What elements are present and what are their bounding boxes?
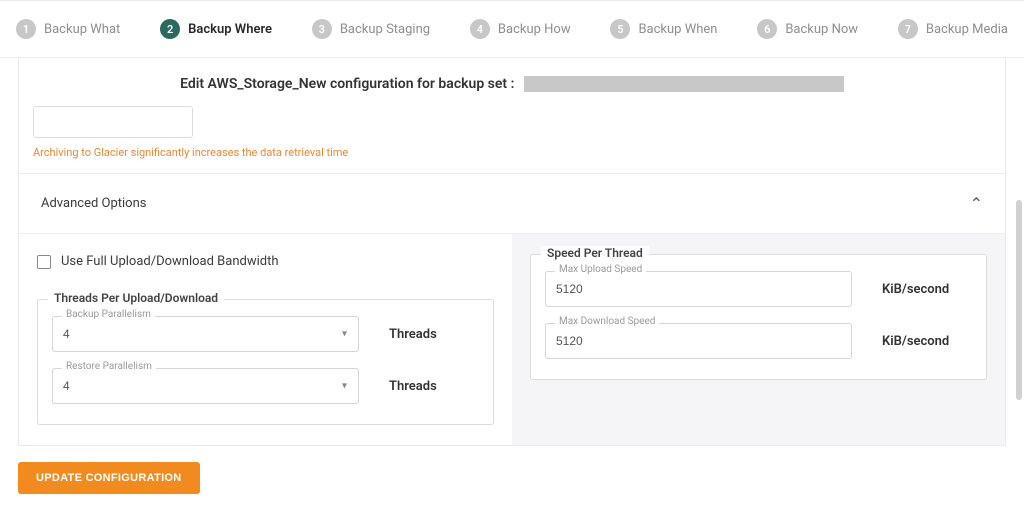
step-backup-what[interactable]: 1 Backup What — [16, 19, 120, 39]
restore-parallelism-field: Restore Parallelism 4 — [52, 368, 359, 404]
step-backup-when[interactable]: 5 Backup When — [610, 19, 717, 39]
threads-unit-1: Threads — [389, 327, 479, 342]
step-number: 6 — [757, 19, 777, 39]
step-number: 3 — [312, 19, 332, 39]
max-upload-label: Max Upload Speed — [555, 264, 646, 275]
wizard-stepper: 1 Backup What 2 Backup Where 3 Backup St… — [0, 0, 1024, 58]
step-number: 1 — [16, 19, 36, 39]
update-configuration-button[interactable]: UPDATE CONFIGURATION — [18, 462, 200, 494]
advanced-left-column: Use Full Upload/Download Bandwidth Threa… — [19, 234, 512, 445]
step-backup-now[interactable]: 6 Backup Now — [757, 19, 858, 39]
step-backup-where[interactable]: 2 Backup Where — [160, 19, 272, 39]
step-number: 4 — [470, 19, 490, 39]
step-number: 2 — [160, 19, 180, 39]
full-bandwidth-row[interactable]: Use Full Upload/Download Bandwidth — [37, 254, 494, 269]
glacier-warning-text: Archiving to Glacier significantly incre… — [33, 138, 991, 159]
step-label: Backup How — [498, 22, 571, 37]
max-download-input[interactable] — [545, 323, 852, 359]
max-upload-input[interactable] — [545, 271, 852, 307]
step-number: 5 — [610, 19, 630, 39]
speed-fieldset: Speed Per Thread Max Upload Speed KiB/se… — [530, 254, 987, 380]
advanced-options-body: Use Full Upload/Download Bandwidth Threa… — [19, 233, 1005, 445]
advanced-right-column: Speed Per Thread Max Upload Speed KiB/se… — [512, 234, 1005, 445]
restore-parallelism-label: Restore Parallelism — [62, 361, 156, 372]
download-unit: KiB/second — [882, 334, 972, 349]
backup-parallelism-select[interactable]: 4 — [52, 316, 359, 352]
config-panel: Edit AWS_Storage_New configuration for b… — [18, 58, 1006, 446]
glacier-dropdown-placeholder[interactable] — [33, 106, 193, 138]
threads-legend: Threads Per Upload/Download — [48, 291, 224, 305]
step-label: Backup Media — [926, 22, 1008, 37]
step-label: Backup Staging — [340, 22, 430, 37]
step-backup-media[interactable]: 7 Backup Media — [898, 19, 1008, 39]
full-bandwidth-checkbox[interactable] — [37, 255, 51, 269]
step-label: Backup Where — [188, 22, 272, 37]
backup-set-name-redacted — [524, 76, 844, 92]
max-download-field: Max Download Speed — [545, 323, 852, 359]
advanced-options-toggle[interactable]: Advanced Options ⌃ — [19, 174, 1005, 233]
step-backup-staging[interactable]: 3 Backup Staging — [312, 19, 430, 39]
step-label: Backup Now — [785, 22, 858, 37]
scrollbar-thumb[interactable] — [1016, 200, 1022, 400]
page-title: Edit AWS_Storage_New configuration for b… — [19, 58, 1005, 106]
title-prefix: Edit AWS_Storage_New configuration for b… — [180, 76, 514, 92]
max-download-label: Max Download Speed — [555, 316, 659, 327]
backup-parallelism-label: Backup Parallelism — [62, 309, 155, 320]
upload-unit: KiB/second — [882, 282, 972, 297]
step-number: 7 — [898, 19, 918, 39]
speed-legend: Speed Per Thread — [541, 246, 649, 260]
glacier-section: Archiving to Glacier significantly incre… — [19, 106, 1005, 174]
chevron-up-icon: ⌃ — [970, 194, 983, 213]
backup-parallelism-field: Backup Parallelism 4 — [52, 316, 359, 352]
full-bandwidth-label: Use Full Upload/Download Bandwidth — [61, 254, 279, 269]
button-row: UPDATE CONFIGURATION — [0, 446, 1024, 505]
step-label: Backup What — [44, 22, 120, 37]
restore-parallelism-select[interactable]: 4 — [52, 368, 359, 404]
threads-fieldset: Threads Per Upload/Download Backup Paral… — [37, 299, 494, 425]
threads-unit-2: Threads — [389, 379, 479, 394]
step-backup-how[interactable]: 4 Backup How — [470, 19, 571, 39]
advanced-options-label: Advanced Options — [41, 196, 146, 211]
max-upload-field: Max Upload Speed — [545, 271, 852, 307]
step-label: Backup When — [638, 22, 717, 37]
